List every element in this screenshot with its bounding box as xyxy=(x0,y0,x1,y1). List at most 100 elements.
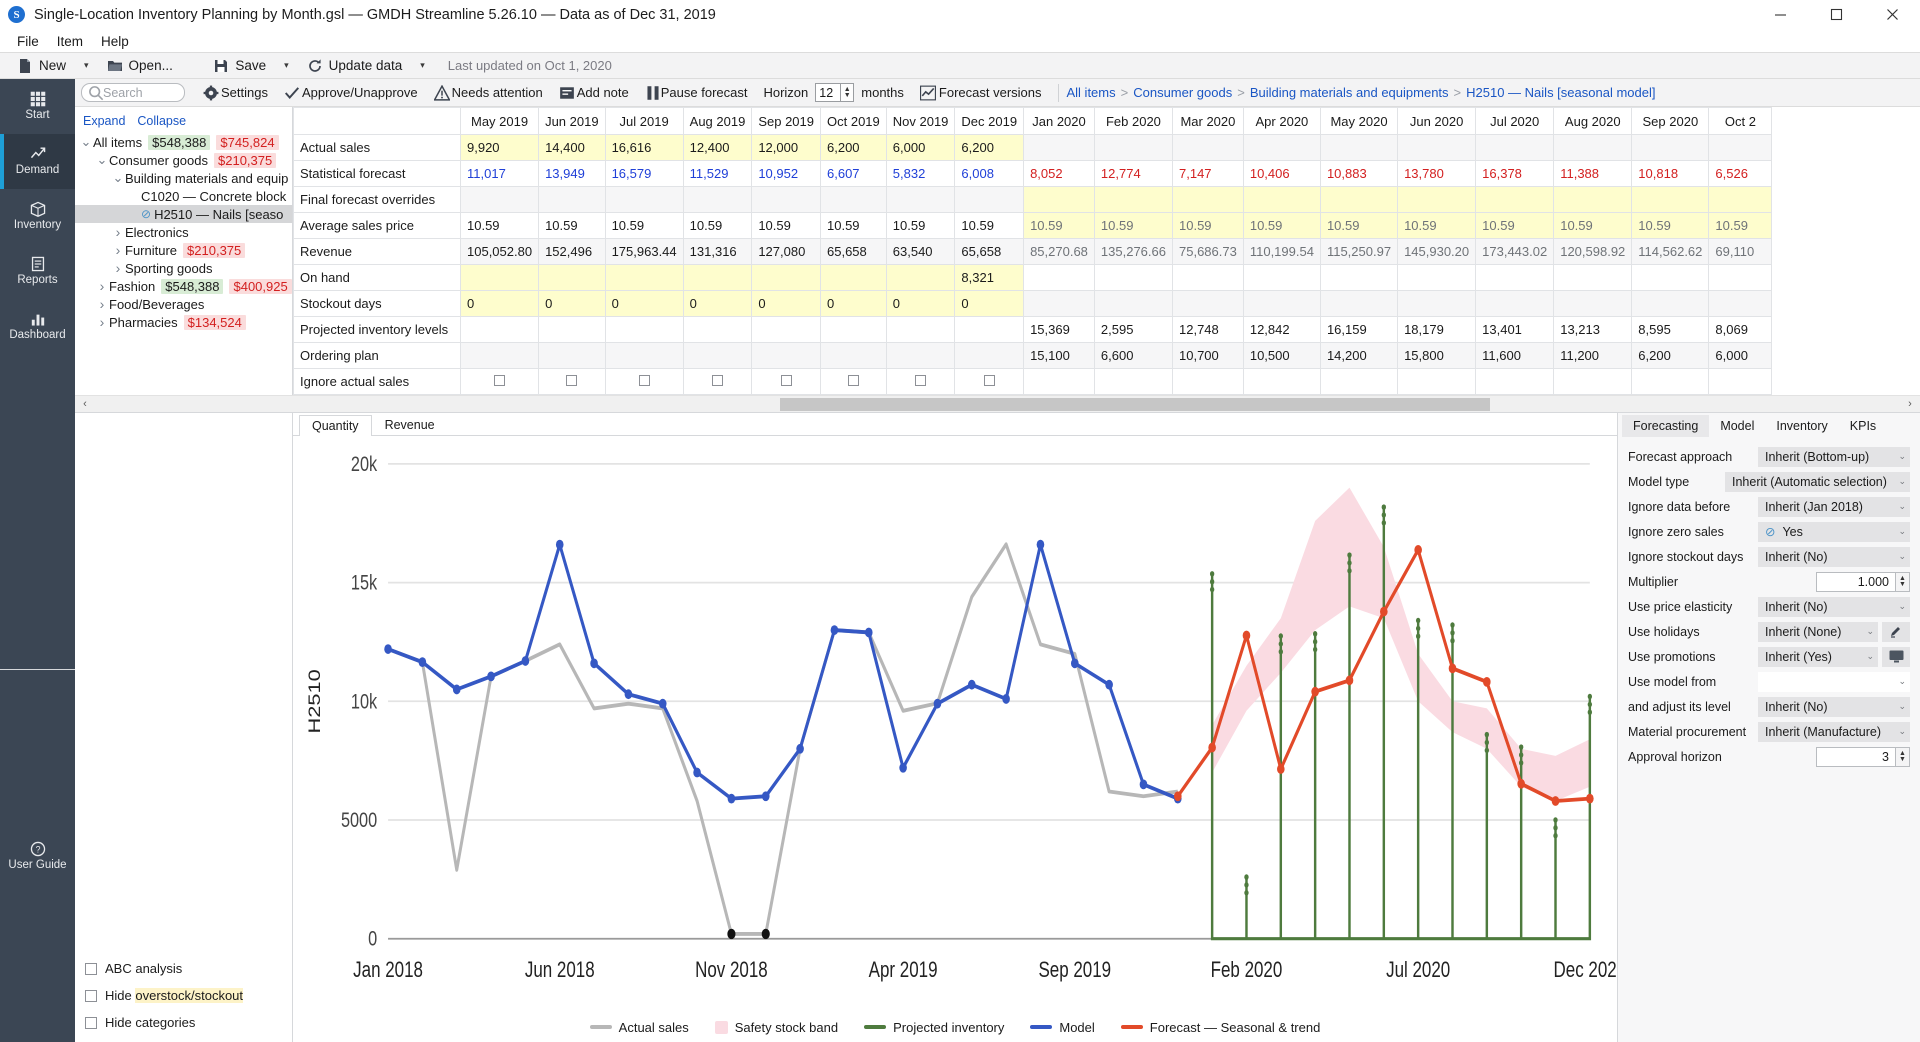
table-cell[interactable]: 12,000 xyxy=(752,135,821,161)
table-cell[interactable]: 11,017 xyxy=(461,161,539,187)
chevron-down-icon[interactable]: ⌄ xyxy=(95,156,109,164)
column-header[interactable]: Dec 2019 xyxy=(955,108,1024,135)
dropdown-select[interactable]: ⊘Yes⌄ xyxy=(1758,522,1910,542)
menu-item[interactable]: Item xyxy=(48,32,92,51)
table-cell[interactable]: 10,500 xyxy=(1243,343,1320,369)
new-button[interactable]: New xyxy=(8,55,75,77)
table-cell[interactable] xyxy=(605,317,683,343)
chevron-right-icon[interactable]: › xyxy=(111,242,125,258)
table-cell[interactable]: 10.59 xyxy=(955,213,1024,239)
table-cell[interactable]: 14,200 xyxy=(1320,343,1397,369)
ignore-actual-sales-checkbox[interactable] xyxy=(984,375,995,386)
horizontal-scrollbar[interactable]: ‹ › xyxy=(75,395,1920,412)
save-dropdown-caret[interactable]: ▾ xyxy=(275,57,298,74)
table-cell[interactable] xyxy=(1243,265,1320,291)
table-cell[interactable] xyxy=(821,343,887,369)
table-cell[interactable]: 6,000 xyxy=(1709,343,1772,369)
tab-forecasting[interactable]: Forecasting xyxy=(1622,415,1709,437)
chevron-down-icon[interactable]: ⌄ xyxy=(79,138,93,146)
breadcrumb-consumer-goods[interactable]: Consumer goods xyxy=(1133,85,1232,100)
table-cell[interactable] xyxy=(1398,187,1476,213)
table-cell[interactable]: 10.59 xyxy=(1024,213,1095,239)
table-cell[interactable] xyxy=(886,265,955,291)
chart-canvas[interactable]: 0500010k15k20kH2510Jan 2018Jun 2018Nov 2… xyxy=(293,436,1617,1012)
tree-item[interactable]: C1020 — Concrete block xyxy=(75,187,292,205)
table-cell[interactable] xyxy=(1476,187,1554,213)
table-cell[interactable]: 173,443.02 xyxy=(1476,239,1554,265)
column-header[interactable]: Aug 2019 xyxy=(683,108,752,135)
tab-model[interactable]: Model xyxy=(1709,415,1765,437)
maximize-icon[interactable] xyxy=(1808,0,1864,30)
table-cell[interactable] xyxy=(752,317,821,343)
table-cell[interactable]: 6,600 xyxy=(1094,343,1172,369)
close-icon[interactable] xyxy=(1864,0,1920,30)
table-cell[interactable] xyxy=(1173,291,1244,317)
table-cell[interactable] xyxy=(1554,291,1632,317)
open-button[interactable]: Open... xyxy=(98,55,182,77)
table-cell[interactable]: 6,200 xyxy=(955,135,1024,161)
ignore-actual-sales-checkbox[interactable] xyxy=(848,375,859,386)
table-cell[interactable] xyxy=(539,265,606,291)
table-cell[interactable]: 16,579 xyxy=(605,161,683,187)
table-cell[interactable] xyxy=(539,369,606,395)
column-header[interactable]: Mar 2020 xyxy=(1173,108,1244,135)
table-cell[interactable] xyxy=(1173,187,1244,213)
table-cell[interactable]: 65,658 xyxy=(955,239,1024,265)
table-cell[interactable]: 115,250.97 xyxy=(1320,239,1397,265)
table-cell[interactable]: 6,008 xyxy=(955,161,1024,187)
table-cell[interactable] xyxy=(1243,135,1320,161)
table-cell[interactable]: 10.59 xyxy=(1398,213,1476,239)
new-dropdown-caret[interactable]: ▾ xyxy=(75,57,98,74)
rail-item-reports[interactable]: Reports xyxy=(0,244,75,299)
table-cell[interactable] xyxy=(683,343,752,369)
table-cell[interactable] xyxy=(886,369,955,395)
table-cell[interactable] xyxy=(1632,291,1709,317)
tree-item[interactable]: ⌄All items$548,388$745,824 xyxy=(75,133,292,151)
table-cell[interactable] xyxy=(605,369,683,395)
tab-inventory[interactable]: Inventory xyxy=(1765,415,1838,437)
table-cell[interactable]: 10.59 xyxy=(886,213,955,239)
horizon-input[interactable]: 12 xyxy=(815,83,841,102)
forecast-versions-button[interactable]: Forecast versions xyxy=(912,83,1050,103)
table-cell[interactable]: 10.59 xyxy=(605,213,683,239)
table-cell[interactable]: 127,080 xyxy=(752,239,821,265)
table-cell[interactable] xyxy=(605,343,683,369)
table-cell[interactable]: 11,388 xyxy=(1554,161,1632,187)
table-cell[interactable] xyxy=(1476,265,1554,291)
table-cell[interactable] xyxy=(1476,291,1554,317)
table-cell[interactable]: 9,920 xyxy=(461,135,539,161)
table-cell[interactable]: 10.59 xyxy=(683,213,752,239)
table-cell[interactable]: 63,540 xyxy=(886,239,955,265)
table-cell[interactable]: 0 xyxy=(752,291,821,317)
table-cell[interactable] xyxy=(1709,135,1772,161)
dropdown-select[interactable]: Inherit (Manufacture)⌄ xyxy=(1758,722,1910,742)
table-cell[interactable]: 0 xyxy=(821,291,887,317)
table-cell[interactable] xyxy=(821,369,887,395)
table-cell[interactable] xyxy=(1632,135,1709,161)
table-cell[interactable]: 175,963.44 xyxy=(605,239,683,265)
table-cell[interactable]: 10,952 xyxy=(752,161,821,187)
chevron-right-icon[interactable]: › xyxy=(95,296,109,312)
table-cell[interactable] xyxy=(955,369,1024,395)
table-cell[interactable]: 110,199.54 xyxy=(1243,239,1320,265)
table-cell[interactable] xyxy=(1554,369,1632,395)
search-input[interactable]: Search xyxy=(81,83,185,102)
table-cell[interactable] xyxy=(1554,187,1632,213)
rail-item-dashboard[interactable]: Dashboard xyxy=(0,299,75,354)
table-cell[interactable] xyxy=(605,187,683,213)
table-cell[interactable] xyxy=(1320,187,1397,213)
abc-analysis-option[interactable]: ABC analysis xyxy=(85,961,292,976)
table-cell[interactable] xyxy=(683,265,752,291)
table-cell[interactable]: 10.59 xyxy=(1709,213,1772,239)
table-cell[interactable]: 13,949 xyxy=(539,161,606,187)
table-cell[interactable] xyxy=(752,265,821,291)
table-cell[interactable] xyxy=(1398,135,1476,161)
tree-item[interactable]: ›Furniture$210,375 xyxy=(75,241,292,259)
table-cell[interactable]: 6,526 xyxy=(1709,161,1772,187)
table-cell[interactable] xyxy=(539,343,606,369)
collapse-link[interactable]: Collapse xyxy=(137,114,186,128)
breadcrumb-building-materials[interactable]: Building materials and equipments xyxy=(1250,85,1449,100)
table-cell[interactable] xyxy=(1094,265,1172,291)
abc-analysis-checkbox[interactable] xyxy=(85,963,97,975)
column-header[interactable]: Oct 2 xyxy=(1709,108,1772,135)
